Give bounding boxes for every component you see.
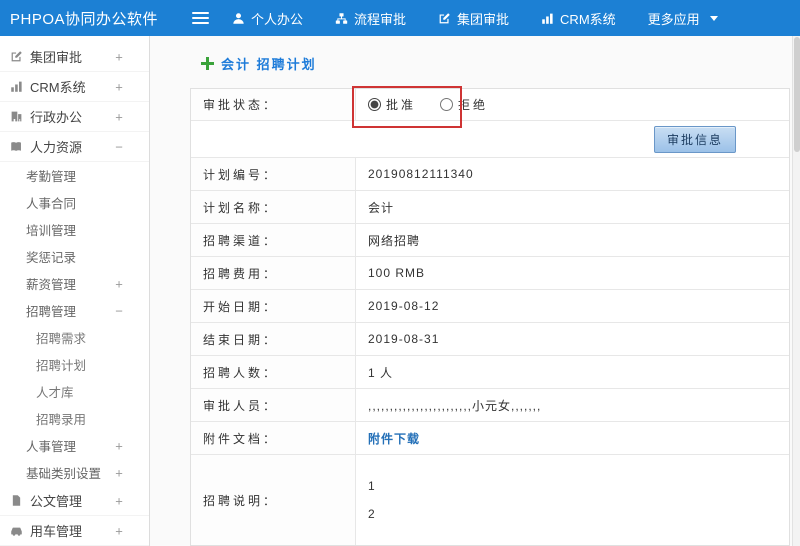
topnav-more-apps[interactable]: 更多应用 xyxy=(648,9,718,28)
sidebar-item-hr-contract[interactable]: 人事合同 xyxy=(0,189,149,216)
hamburger-menu-icon[interactable] xyxy=(192,9,218,27)
field-value: ,,,,,,,,,,,,,,,,,,,,,,,,小元女,,,,,,, xyxy=(368,398,542,413)
topnav-group-approval[interactable]: 集团审批 xyxy=(438,9,509,28)
field-row-recruit-cost: 招聘费用： 100 RMB xyxy=(191,257,789,290)
edit-square-icon xyxy=(438,12,451,25)
button-row: 审批信息 xyxy=(191,121,789,158)
field-label: 附件文档： xyxy=(191,422,356,454)
person-icon xyxy=(232,12,245,25)
main-content: 会计 招聘计划 审批状态： 批准 拒绝 审批信息 计划编号： 201908121… xyxy=(151,36,792,546)
collapse-icon[interactable]: − xyxy=(113,139,125,154)
field-value: 2019-08-12 xyxy=(368,299,440,313)
field-label: 计划编号： xyxy=(191,158,356,190)
document-icon xyxy=(10,494,23,507)
expander-icon[interactable]: + xyxy=(113,79,125,94)
expander-icon[interactable]: + xyxy=(113,49,125,64)
field-label: 计划名称： xyxy=(191,191,356,223)
approval-radio-group: 批准 拒绝 xyxy=(356,89,789,120)
radio-reject-input[interactable] xyxy=(440,98,454,111)
field-row-plan-name: 计划名称： 会计 xyxy=(191,191,789,224)
field-row-approval-status: 审批状态： 批准 拒绝 xyxy=(191,89,789,121)
sidebar-item-personnel-mgmt[interactable]: 人事管理 + xyxy=(0,432,149,459)
topnav-crm-system[interactable]: CRM系统 xyxy=(541,9,616,28)
chevron-down-icon xyxy=(709,15,718,21)
vertical-scrollbar[interactable] xyxy=(792,36,800,546)
app-window: PHPOA协同办公软件 个人办公 流程审批 集团审批 CRM系统 更多应用 集团… xyxy=(0,0,800,546)
field-row-description: 招聘说明： 1 2 xyxy=(191,455,789,545)
radio-approve-input[interactable] xyxy=(368,98,381,111)
radio-approve[interactable]: 批准 xyxy=(368,96,416,113)
field-label: 招聘费用： xyxy=(191,257,356,289)
sidebar-item-group-approval[interactable]: 集团审批 + xyxy=(0,42,149,72)
radio-reject[interactable]: 拒绝 xyxy=(440,96,488,113)
topnav-process-approval[interactable]: 流程审批 xyxy=(335,9,406,28)
bar-chart-icon xyxy=(541,12,554,25)
sidebar: 集团审批 + CRM系统 + 行政办公 + 人力资源 − 考勤管理 人事合同 培… xyxy=(0,36,150,546)
sidebar-item-crm-system[interactable]: CRM系统 + xyxy=(0,72,149,102)
field-row-attachment: 附件文档： 附件下载 xyxy=(191,422,789,455)
sidebar-item-vehicle-mgmt[interactable]: 用车管理 + xyxy=(0,516,149,546)
sidebar-item-rewards[interactable]: 奖惩记录 xyxy=(0,243,149,270)
recruit-plan-detail-table: 审批状态： 批准 拒绝 审批信息 计划编号： 20190812111340 计划… xyxy=(190,88,790,546)
field-label: 结束日期： xyxy=(191,323,356,355)
add-icon xyxy=(201,57,214,70)
expander-icon[interactable]: + xyxy=(113,493,125,508)
field-value: 1 人 xyxy=(368,365,394,380)
field-label: 审批人员： xyxy=(191,389,356,421)
sidebar-item-recruit-hire[interactable]: 招聘录用 xyxy=(0,405,149,432)
expander-icon[interactable]: + xyxy=(113,465,125,480)
topnav-personal-office[interactable]: 个人办公 xyxy=(232,9,303,28)
approval-info-button[interactable]: 审批信息 xyxy=(653,125,736,153)
sidebar-item-base-category[interactable]: 基础类别设置 + xyxy=(0,459,149,486)
field-value: 会计 xyxy=(368,200,395,215)
field-label: 开始日期： xyxy=(191,290,356,322)
car-icon xyxy=(10,524,23,537)
book-icon xyxy=(10,140,23,153)
sidebar-item-recruit-mgmt[interactable]: 招聘管理 − xyxy=(0,297,149,324)
field-label: 招聘人数： xyxy=(191,356,356,388)
bar-chart-icon xyxy=(10,80,23,93)
field-value: 1 2 xyxy=(368,479,376,521)
expander-icon[interactable]: + xyxy=(113,438,125,453)
field-row-approvers: 审批人员： ,,,,,,,,,,,,,,,,,,,,,,,,小元女,,,,,,, xyxy=(191,389,789,422)
field-value: 100 RMB xyxy=(368,266,426,280)
expander-icon[interactable]: + xyxy=(113,276,125,291)
page-title: 会计 招聘计划 xyxy=(201,54,317,73)
building-icon xyxy=(10,110,23,123)
field-row-end-date: 结束日期： 2019-08-31 xyxy=(191,323,789,356)
field-row-start-date: 开始日期： 2019-08-12 xyxy=(191,290,789,323)
sidebar-item-recruit-plan[interactable]: 招聘计划 xyxy=(0,351,149,378)
app-logo: PHPOA协同办公软件 xyxy=(10,10,159,28)
sidebar-item-talent-pool[interactable]: 人才库 xyxy=(0,378,149,405)
sidebar-item-training[interactable]: 培训管理 xyxy=(0,216,149,243)
sidebar-item-salary[interactable]: 薪资管理 + xyxy=(0,270,149,297)
edit-square-icon xyxy=(10,50,23,63)
field-label: 招聘渠道： xyxy=(191,224,356,256)
top-navigation: 个人办公 流程审批 集团审批 CRM系统 更多应用 xyxy=(232,9,718,28)
sidebar-item-document-mgmt[interactable]: 公文管理 + xyxy=(0,486,149,516)
field-row-plan-number: 计划编号： 20190812111340 xyxy=(191,158,789,191)
field-value: 2019-08-31 xyxy=(368,332,440,346)
scrollbar-thumb[interactable] xyxy=(794,37,800,152)
flow-icon xyxy=(335,12,348,25)
sidebar-item-attendance[interactable]: 考勤管理 xyxy=(0,162,149,189)
topbar: PHPOA协同办公软件 个人办公 流程审批 集团审批 CRM系统 更多应用 xyxy=(0,0,800,36)
field-row-recruit-channel: 招聘渠道： 网络招聘 xyxy=(191,224,789,257)
attachment-download-link[interactable]: 附件下载 xyxy=(368,430,420,447)
field-label: 审批状态： xyxy=(191,89,356,120)
collapse-icon[interactable]: − xyxy=(113,303,125,318)
sidebar-item-human-resources[interactable]: 人力资源 − xyxy=(0,132,149,162)
field-value: 20190812111340 xyxy=(368,167,474,181)
field-value: 网络招聘 xyxy=(368,233,421,248)
expander-icon[interactable]: + xyxy=(113,523,125,538)
field-label: 招聘说明： xyxy=(191,455,356,545)
sidebar-item-recruit-demand[interactable]: 招聘需求 xyxy=(0,324,149,351)
expander-icon[interactable]: + xyxy=(113,109,125,124)
field-row-headcount: 招聘人数： 1 人 xyxy=(191,356,789,389)
sidebar-item-admin-office[interactable]: 行政办公 + xyxy=(0,102,149,132)
